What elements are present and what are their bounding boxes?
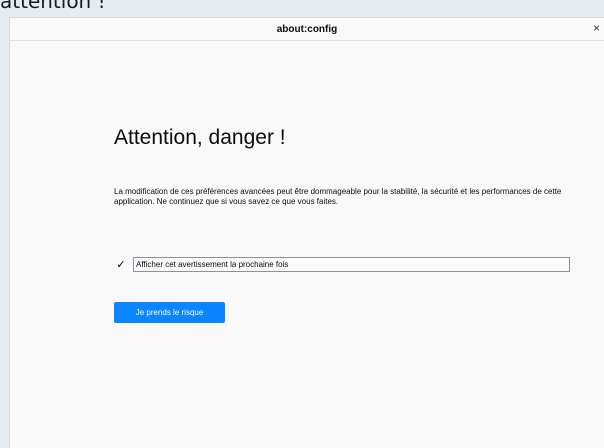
close-icon[interactable]: ×	[593, 21, 600, 35]
show-warning-option: ✓ Afficher cet avertissement la prochain…	[114, 257, 570, 272]
accept-risk-button[interactable]: Je prends le risque	[114, 302, 225, 323]
titlebar: about:config ×	[10, 18, 604, 41]
show-warning-checkbox[interactable]: ✓	[114, 258, 128, 272]
warning-heading: Attention, danger !	[114, 126, 286, 149]
warning-panel: Attention, danger ! La modification de c…	[114, 126, 574, 323]
show-warning-label[interactable]: Afficher cet avertissement la prochaine …	[133, 257, 570, 272]
background-page-text: attention !	[0, 0, 106, 13]
warning-description: La modification de ces préférences avanc…	[114, 187, 562, 206]
window-title: about:config	[276, 23, 338, 35]
about-config-window: about:config × Attention, danger ! La mo…	[9, 17, 604, 448]
